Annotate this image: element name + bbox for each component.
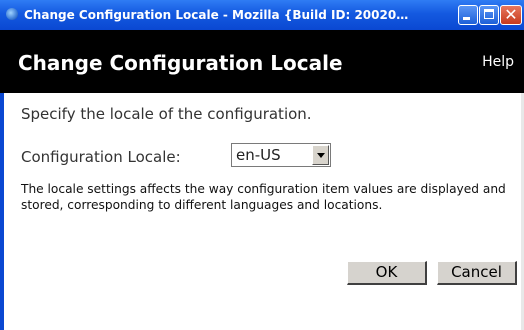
locale-selected-value: en-US [236, 146, 281, 164]
locale-description: The locale settings affects the way conf… [21, 182, 506, 212]
dropdown-button[interactable] [312, 145, 329, 165]
minimize-button[interactable] [458, 5, 478, 25]
maximize-icon [484, 9, 494, 19]
help-link[interactable]: Help [482, 53, 514, 71]
dialog-content: Specify the locale of the configuration.… [0, 93, 524, 330]
maximize-button[interactable] [479, 5, 499, 25]
left-border [0, 93, 4, 330]
window-title: Change Configuration Locale - Mozilla {B… [24, 8, 409, 22]
page-title: Change Configuration Locale [18, 51, 343, 75]
page-header: Change Configuration Locale Help [0, 30, 524, 93]
chevron-down-icon [317, 153, 325, 158]
locale-label: Configuration Locale: [21, 148, 181, 166]
close-button[interactable]: ✕ [500, 5, 522, 25]
ok-button[interactable]: OK [347, 261, 427, 285]
window-title-bar[interactable]: Change Configuration Locale - Mozilla {B… [0, 0, 524, 30]
close-icon: ✕ [504, 5, 518, 24]
minimize-icon [463, 17, 470, 20]
cancel-button[interactable]: Cancel [437, 261, 517, 285]
locale-select[interactable]: en-US [231, 143, 331, 167]
instruction-text: Specify the locale of the configuration. [21, 105, 312, 123]
mozilla-app-icon [6, 8, 18, 20]
